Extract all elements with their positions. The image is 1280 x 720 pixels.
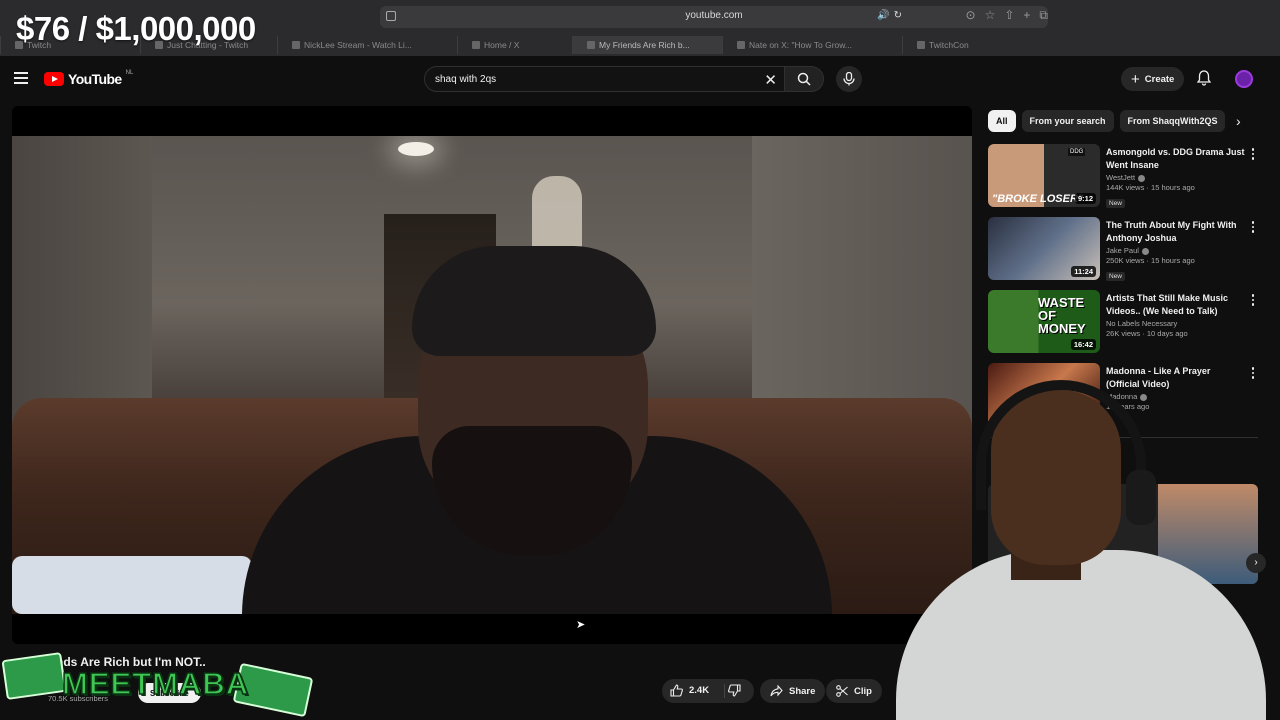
speaker-icon[interactable]: 🔊	[877, 10, 889, 21]
share-arrow-icon	[770, 685, 783, 697]
more-options-icon[interactable]	[1251, 221, 1254, 235]
search-input[interactable]: shaq with 2qs ✕	[424, 66, 786, 92]
video-player[interactable]	[12, 106, 972, 644]
voice-search-button[interactable]	[836, 66, 862, 92]
list-item[interactable]: WASTE OF MONEY 16:42 Artists That Still …	[988, 290, 1260, 363]
tab-youtube-active[interactable]: My Friends Are Rich b...	[572, 36, 722, 54]
tab-twitchcon[interactable]: TwitchCon	[902, 36, 1022, 54]
view-count: 250K views · 15 hours ago	[1106, 256, 1195, 265]
reload-icon[interactable]: ↻	[894, 10, 902, 21]
youtube-logo[interactable]: YouTube NL	[44, 70, 133, 87]
verified-icon	[1138, 174, 1146, 182]
mouse-cursor-icon: ➤	[576, 619, 586, 631]
tab-nate-x[interactable]: Nate on X: "How To Grow...	[722, 36, 902, 54]
youtube-play-icon	[44, 72, 64, 86]
twitchcon-icon	[917, 41, 925, 49]
thumbs-down-icon	[728, 684, 741, 697]
view-count: 144K views · 15 hours ago	[1106, 183, 1195, 192]
video-title[interactable]: Artists That Still Make Music Videos.. (…	[1106, 292, 1246, 318]
microphone-icon	[843, 72, 855, 86]
url-text: youtube.com	[685, 10, 743, 21]
chip-from-your-search[interactable]: From your search	[1021, 110, 1114, 132]
clip-button[interactable]: Clip	[826, 679, 882, 703]
video-thumbnail[interactable]: 11:24	[988, 217, 1100, 280]
list-item[interactable]: 11:24 The Truth About My Fight With Anth…	[988, 217, 1260, 290]
duration-badge: 9:12	[1074, 193, 1096, 204]
chevron-right-icon[interactable]: ›	[1236, 113, 1241, 129]
account-avatar[interactable]	[1235, 70, 1253, 88]
headphones-icon	[976, 380, 1146, 510]
list-item[interactable]: DDG "BROKE LOSER" 9:12 Asmongold vs. DDG…	[988, 144, 1260, 217]
tab-home-x[interactable]: Home / X	[457, 36, 572, 54]
channel-name[interactable]: WestJett	[1106, 173, 1246, 182]
share-icon[interactable]: ⇧	[1004, 8, 1014, 23]
meetmaba-watermark-logo: MEETMABA	[1, 648, 314, 718]
new-badge: New	[1106, 199, 1126, 208]
dislike-button[interactable]	[728, 684, 741, 702]
video-title[interactable]: The Truth About My Fight With Anthony Jo…	[1106, 219, 1246, 245]
more-options-icon[interactable]	[1251, 148, 1254, 162]
browser-toolbar: ⊙ ☆ ⇧ + ⧉	[966, 8, 1048, 23]
view-count: 26K views · 10 days ago	[1106, 329, 1188, 338]
youtube-icon	[587, 41, 595, 49]
verified-icon	[1141, 247, 1149, 255]
scissors-icon	[836, 685, 848, 697]
video-thumbnail[interactable]: DDG "BROKE LOSER" 9:12	[988, 144, 1100, 207]
like-button[interactable]: 2.4K	[670, 684, 709, 697]
x-icon	[472, 41, 480, 49]
kick-icon	[292, 41, 300, 49]
channel-name[interactable]: Jake Paul	[1106, 246, 1246, 255]
duration-badge: 11:24	[1071, 266, 1096, 277]
more-options-icon[interactable]	[1251, 294, 1254, 308]
plus-icon: +	[1131, 70, 1140, 88]
x-icon	[737, 41, 745, 49]
youtube-header: YouTube NL shaq with 2qs ✕ + Create	[0, 56, 1280, 102]
video-title[interactable]: Asmongold vs. DDG Drama Just Went Insane	[1106, 146, 1246, 172]
more-options-icon[interactable]	[1251, 367, 1254, 381]
share-button[interactable]: Share	[760, 679, 826, 703]
tab-audio-icons[interactable]: 🔊 ↻	[877, 10, 902, 21]
download-icon[interactable]: ⊙	[966, 8, 976, 23]
video-thumbnail[interactable]: WASTE OF MONEY 16:42	[988, 290, 1100, 353]
bookmark-icon[interactable]: ☆	[985, 8, 996, 23]
chip-from-channel[interactable]: From ShaqqWith2QS	[1119, 110, 1226, 132]
video-frame	[12, 136, 972, 614]
clear-search-icon[interactable]: ✕	[764, 71, 777, 89]
menu-icon[interactable]	[14, 72, 28, 84]
new-tab-icon[interactable]: +	[1023, 8, 1030, 23]
duration-badge: 16:42	[1070, 339, 1096, 350]
chip-all[interactable]: All	[988, 110, 1016, 132]
tab-overview-icon[interactable]: ⧉	[1039, 8, 1048, 23]
thumbs-up-icon	[670, 684, 683, 697]
like-dislike-group: 2.4K	[662, 679, 754, 703]
search-icon	[797, 72, 811, 86]
money-bill-icon	[1, 652, 67, 700]
new-badge: New	[1106, 272, 1126, 281]
create-button[interactable]: + Create	[1121, 67, 1185, 91]
filter-chips: All From your search From ShaqqWith2QS	[988, 110, 1226, 132]
channel-name[interactable]: No Labels Necessary	[1106, 319, 1246, 328]
tab-nicklee[interactable]: NickLee Stream - Watch Li...	[277, 36, 457, 54]
search-button[interactable]	[784, 66, 824, 92]
notifications-bell-icon[interactable]	[1197, 70, 1211, 86]
donation-goal-overlay: $76 / $1,000,000	[16, 10, 256, 47]
streamer-webcam	[896, 380, 1266, 720]
address-bar[interactable]: youtube.com 🔊 ↻	[380, 6, 1048, 28]
